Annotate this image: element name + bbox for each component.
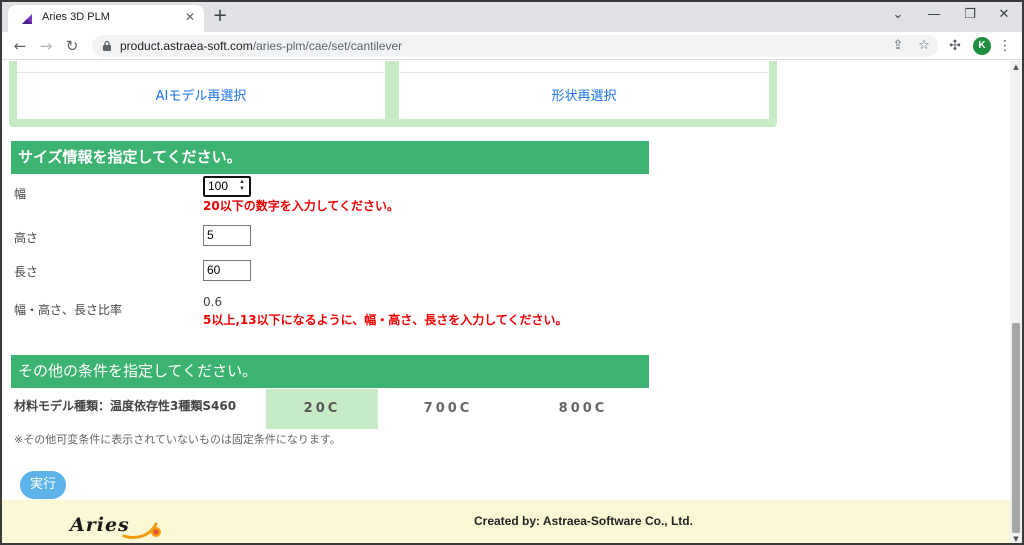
url-text: product.astraea-soft.com/aries-plm/cae/s… bbox=[120, 39, 402, 53]
share-icon[interactable]: ⇪ bbox=[888, 36, 908, 56]
spinner-arrows-icon[interactable]: ▲ ▼ bbox=[237, 179, 247, 194]
close-window-icon[interactable]: ✕ bbox=[986, 4, 1022, 26]
address-bar[interactable]: product.astraea-soft.com/aries-plm/cae/s… bbox=[92, 35, 938, 57]
lock-icon bbox=[103, 40, 111, 51]
browser-tab[interactable]: Aries 3D PLM ✕ bbox=[8, 5, 204, 32]
scroll-down-icon[interactable]: ▼ bbox=[1010, 533, 1022, 543]
other-section-header: その他の条件を指定してください。 bbox=[11, 355, 649, 388]
ratio-value: 0.6 bbox=[203, 295, 223, 309]
footer-credit: Created by: Astraea-Software Co., Ltd. bbox=[474, 514, 693, 528]
scroll-up-icon[interactable]: ▲ bbox=[1010, 61, 1022, 73]
temp-option-700c[interactable]: 700C bbox=[392, 389, 504, 429]
shape-card: 形状再選択 bbox=[399, 61, 769, 119]
page-scrollbar[interactable]: ▲ ▼ bbox=[1010, 61, 1022, 543]
run-button[interactable]: 実行 bbox=[20, 471, 66, 499]
width-error: 20以下の数字を入力してください。 bbox=[203, 199, 399, 213]
width-value: 100 bbox=[208, 179, 229, 193]
aries-logo: Aries bbox=[68, 514, 164, 543]
tab-strip: Aries 3D PLM ✕ + ⌄ — ❐ ✕ bbox=[2, 2, 1022, 32]
browser-toolbar: ← → ↻ product.astraea-soft.com/aries-plm… bbox=[2, 32, 1022, 60]
aries-favicon-icon bbox=[22, 14, 32, 24]
shape-reselect-link[interactable]: 形状再選択 bbox=[399, 85, 769, 104]
profile-avatar[interactable]: K bbox=[973, 37, 991, 55]
extensions-icon[interactable]: ✣ bbox=[946, 37, 964, 55]
star-icon[interactable]: ☆ bbox=[914, 36, 934, 56]
width-label: 幅 bbox=[14, 187, 27, 201]
restore-icon[interactable]: ❐ bbox=[952, 4, 988, 26]
width-input[interactable]: 100 ▲ ▼ bbox=[203, 176, 251, 197]
page-footer: Aries Created by: Astraea-Software Co., … bbox=[2, 500, 1010, 543]
forward-icon[interactable]: → bbox=[36, 36, 56, 56]
size-section-header: サイズ情報を指定してください。 bbox=[11, 141, 649, 174]
url-host: product.astraea-soft.com bbox=[120, 39, 253, 53]
height-label: 高さ bbox=[14, 231, 39, 245]
reload-icon[interactable]: ↻ bbox=[62, 36, 82, 56]
fixed-conditions-note: ※その他可変条件に表示されていないものは固定条件になります。 bbox=[14, 433, 341, 446]
ratio-error: 5以上,13以下になるように、幅・高さ、長さを入力してください。 bbox=[203, 313, 568, 327]
temp-option-800c[interactable]: 800C bbox=[527, 389, 639, 429]
menu-icon[interactable]: ⋮ bbox=[998, 37, 1012, 55]
page-viewport: AIモデル再選択 形状再選択 サイズ情報を指定してください。 幅 100 ▲ ▼ … bbox=[2, 61, 1010, 543]
url-path: /aries-plm/cae/set/cantilever bbox=[252, 39, 403, 53]
browser-window: Aries 3D PLM ✕ + ⌄ — ❐ ✕ ← → ↻ product.a… bbox=[0, 0, 1024, 545]
new-tab-icon[interactable]: + bbox=[210, 6, 230, 26]
tab-title: Aries 3D PLM bbox=[42, 11, 110, 23]
logo-text: Aries bbox=[70, 514, 130, 536]
ai-model-card: AIモデル再選択 bbox=[17, 61, 385, 119]
close-tab-icon[interactable]: ✕ bbox=[182, 9, 198, 25]
height-input[interactable]: 5 bbox=[203, 225, 251, 246]
card-divider bbox=[17, 72, 385, 73]
back-icon[interactable]: ← bbox=[10, 36, 30, 56]
minimize-icon[interactable]: — bbox=[916, 4, 952, 26]
material-model-label: 材料モデル種類：温度依存性3種類S460 bbox=[14, 399, 237, 413]
card-divider bbox=[399, 72, 769, 73]
length-label: 長さ bbox=[14, 265, 39, 279]
temp-option-20c[interactable]: 20C bbox=[266, 389, 378, 429]
ratio-label: 幅・高さ、長さ比率 bbox=[14, 303, 123, 317]
logo-swoosh-icon bbox=[122, 522, 161, 539]
length-input[interactable]: 60 bbox=[203, 260, 251, 281]
tab-search-icon[interactable]: ⌄ bbox=[880, 4, 916, 26]
ai-model-reselect-link[interactable]: AIモデル再選択 bbox=[17, 85, 385, 104]
scroll-thumb[interactable] bbox=[1012, 323, 1020, 533]
